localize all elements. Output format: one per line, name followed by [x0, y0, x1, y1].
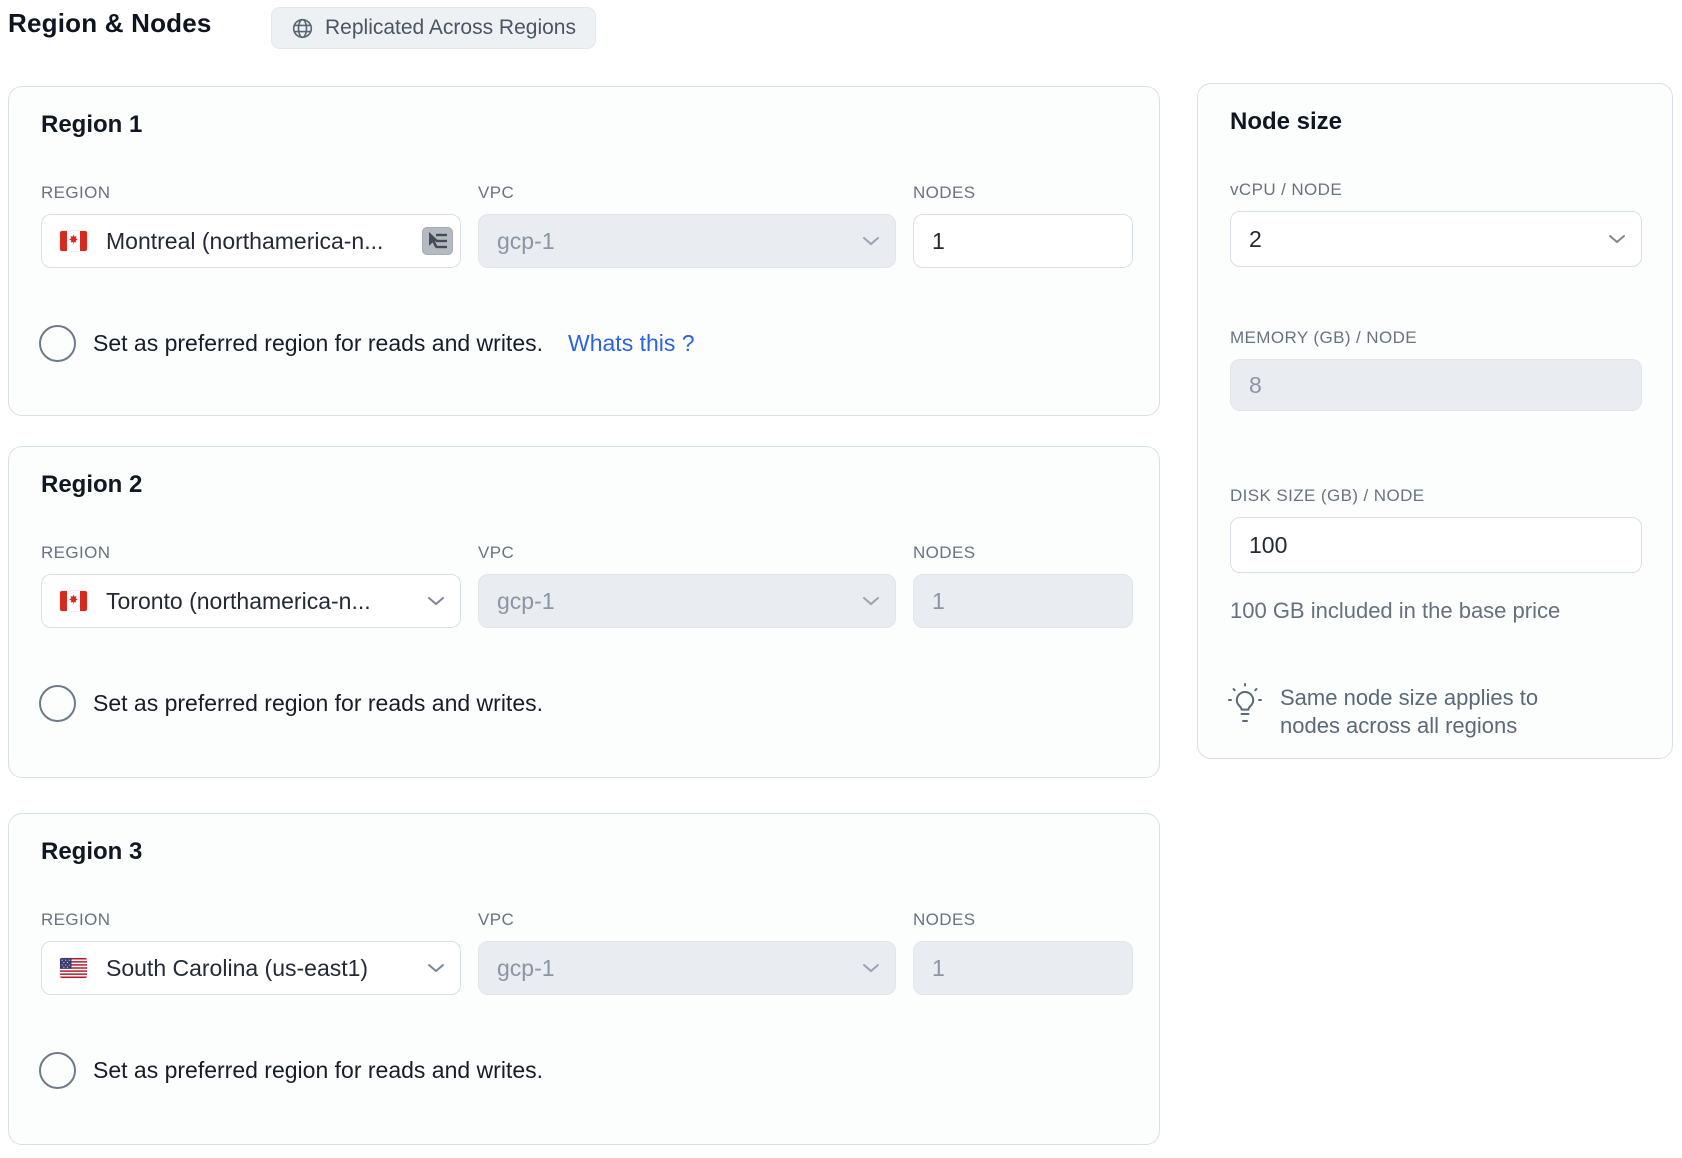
nodes-label: NODES	[913, 183, 1133, 203]
region-2-preferred-label: Set as preferred region for reads and wr…	[93, 690, 543, 717]
region-2-vpc-field: VPC gcp-1	[478, 543, 896, 628]
chevron-down-icon	[862, 236, 880, 246]
region-2-vpc-select: gcp-1	[478, 574, 896, 628]
region-2-region-field: REGION Toronto (northamerica-n...	[41, 543, 461, 628]
chevron-down-icon	[1608, 234, 1626, 244]
vpc-label: VPC	[478, 910, 896, 930]
region-3-vpc-field: VPC gcp-1	[478, 910, 896, 995]
region-1-preferred-label: Set as preferred region for reads and wr…	[93, 330, 543, 357]
region-3-nodes-field: NODES	[913, 910, 1133, 995]
region-3-region-field: REGION	[41, 910, 461, 995]
region-2-nodes-field: NODES	[913, 543, 1133, 628]
whats-this-link[interactable]: Whats this ?	[568, 330, 695, 357]
region-1-nodes-input[interactable]	[913, 214, 1133, 268]
disk-included-note: 100 GB included in the base price	[1230, 598, 1560, 624]
lightbulb-icon	[1224, 680, 1266, 726]
memory-label: MEMORY (GB) / NODE	[1230, 328, 1642, 348]
nodes-label: NODES	[913, 543, 1133, 563]
disk-size-input[interactable]	[1230, 517, 1642, 573]
region-3-preferred-row: Set as preferred region for reads and wr…	[39, 1052, 543, 1089]
region-1-region-value: Montreal (northamerica-n...	[106, 228, 409, 255]
region-2-preferred-row: Set as preferred region for reads and wr…	[39, 685, 543, 722]
node-size-heading: Node size	[1230, 108, 1342, 136]
vcpu-value: 2	[1249, 226, 1288, 253]
canada-flag-icon	[60, 591, 87, 611]
region-3-preferred-radio[interactable]	[39, 1052, 76, 1089]
cursor-artifact-icon	[422, 227, 453, 255]
disk-size-field: DISK SIZE (GB) / NODE	[1230, 486, 1642, 573]
replication-badge-label: Replicated Across Regions	[325, 16, 576, 40]
vcpu-label: vCPU / NODE	[1230, 180, 1642, 200]
canada-flag-icon	[60, 231, 87, 251]
region-2-preferred-radio[interactable]	[39, 685, 76, 722]
region-1-card: Region 1 REGION Montreal (northamerica-n…	[8, 86, 1160, 416]
region-3-preferred-label: Set as preferred region for reads and wr…	[93, 1057, 543, 1084]
region-1-region-field: REGION Montreal (northamerica-n...	[41, 183, 461, 268]
page-title: Region & Nodes	[8, 8, 212, 39]
region-label: REGION	[41, 183, 461, 203]
region-3-vpc-select: gcp-1	[478, 941, 896, 995]
node-size-card: Node size vCPU / NODE 2 MEMORY (GB) / NO…	[1197, 83, 1673, 759]
vpc-label: VPC	[478, 543, 896, 563]
region-1-heading: Region 1	[41, 111, 142, 139]
region-1-nodes-field: NODES	[913, 183, 1133, 268]
globe-icon	[291, 17, 314, 40]
region-2-region-value: Toronto (northamerica-n...	[106, 588, 397, 615]
region-2-card: Region 2 REGION Toronto (northamerica-n.…	[8, 446, 1160, 778]
vcpu-field: vCPU / NODE 2	[1230, 180, 1642, 267]
region-3-card: Region 3 REGION	[8, 813, 1160, 1145]
nodes-label: NODES	[913, 910, 1133, 930]
region-3-vpc-value: gcp-1	[497, 955, 581, 982]
memory-field: MEMORY (GB) / NODE	[1230, 328, 1642, 411]
region-2-region-select[interactable]: Toronto (northamerica-n...	[41, 574, 461, 628]
region-2-vpc-value: gcp-1	[497, 588, 581, 615]
vpc-label: VPC	[478, 183, 896, 203]
node-size-tip-text: Same node size applies to nodes across a…	[1280, 680, 1600, 740]
region-1-vpc-value: gcp-1	[497, 228, 581, 255]
region-1-preferred-radio[interactable]	[39, 325, 76, 362]
region-1-region-select[interactable]: Montreal (northamerica-n...	[41, 214, 461, 268]
memory-input	[1230, 359, 1642, 411]
chevron-down-icon	[862, 963, 880, 973]
replication-badge: Replicated Across Regions	[271, 7, 596, 49]
us-flag-icon	[60, 958, 87, 978]
region-1-vpc-field: VPC gcp-1	[478, 183, 896, 268]
region-3-heading: Region 3	[41, 838, 142, 866]
region-3-nodes-input	[913, 941, 1133, 995]
region-1-preferred-row: Set as preferred region for reads and wr…	[39, 325, 695, 362]
region-2-nodes-input	[913, 574, 1133, 628]
chevron-down-icon	[862, 596, 880, 606]
region-label: REGION	[41, 543, 461, 563]
disk-size-label: DISK SIZE (GB) / NODE	[1230, 486, 1642, 506]
region-1-vpc-select: gcp-1	[478, 214, 896, 268]
region-3-region-select[interactable]: South Carolina (us-east1)	[41, 941, 461, 995]
chevron-down-icon	[427, 963, 445, 973]
chevron-down-icon	[427, 596, 445, 606]
region-label: REGION	[41, 910, 461, 930]
node-size-tip: Same node size applies to nodes across a…	[1224, 680, 1624, 740]
region-2-heading: Region 2	[41, 471, 142, 499]
region-3-region-value: South Carolina (us-east1)	[106, 955, 394, 982]
vcpu-select[interactable]: 2	[1230, 211, 1642, 267]
